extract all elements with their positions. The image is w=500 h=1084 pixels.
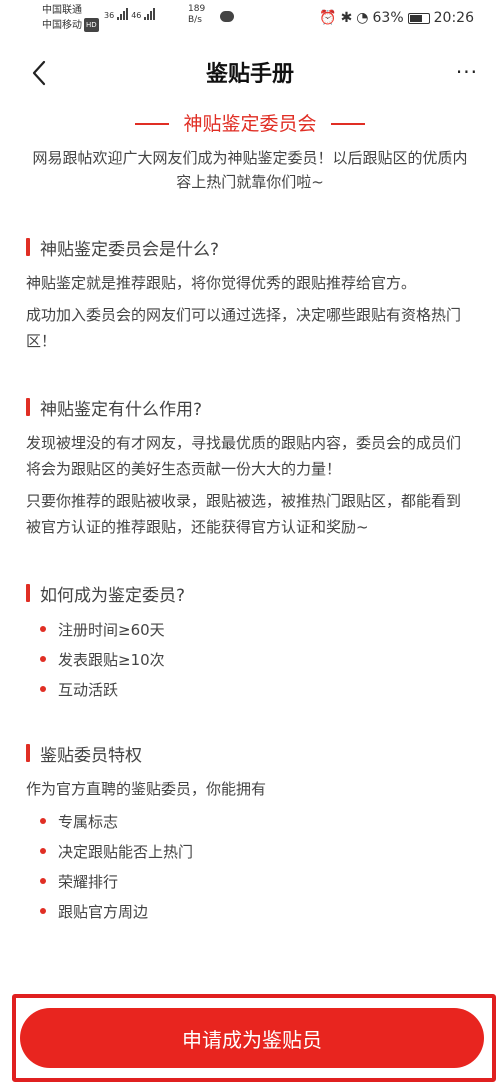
battery-icon <box>407 12 430 24</box>
committee-title: 神贴鉴定委员会 <box>183 113 317 135</box>
carrier-1: 中国联通 <box>42 5 82 16</box>
speed-unit: B/s <box>188 15 202 25</box>
section-paragraph: 神贴鉴定就是推荐跟贴，将你觉得优秀的跟贴推荐给官方。 <box>26 274 417 292</box>
signal-icon-2 <box>144 8 156 20</box>
section-how-to-join: 如何成为鉴定委员? 注册时间≥60天 发表跟贴≥10次 互动活跃 <box>0 580 500 704</box>
list-item: 荣耀排行 <box>26 866 474 896</box>
intro-text: 网易跟帖欢迎广大网友们成为神贴鉴定委员！以后跟贴区的优质内容上热门就靠你们啦~ <box>32 149 468 191</box>
speed-value: 189 <box>188 4 206 14</box>
section-title: 鉴贴委员特权 <box>26 740 474 766</box>
bullet-dot <box>40 818 46 824</box>
status-right: ⏰ ✱ ◔ 63% 20:26 <box>319 10 474 26</box>
bullet-dot <box>40 848 46 854</box>
list-item-text: 跟贴官方周边 <box>58 902 149 921</box>
list-item: 注册时间≥60天 <box>26 614 474 644</box>
clock: 20:26 <box>433 10 474 26</box>
section-title: 神贴鉴定委员会是什么? <box>26 234 474 260</box>
net-1-label: 36 <box>104 11 115 20</box>
section-marker <box>26 238 30 256</box>
section-paragraph: 发现被埋没的有才网友，寻找最优质的跟贴内容，委员会的成员们将会为跟贴区的美好生态… <box>26 434 462 478</box>
section-title-text: 神贴鉴定有什么作用? <box>40 399 203 420</box>
section-paragraph: 作为官方直聘的鉴贴委员，你能拥有 <box>26 780 267 798</box>
speedometer-icon: ◔ <box>356 10 369 26</box>
list-item-text: 专属标志 <box>58 812 119 831</box>
list-item-text: 注册时间≥60天 <box>58 620 165 639</box>
signal-icon <box>117 8 129 20</box>
section-marker <box>26 744 30 762</box>
section-what-is: 神贴鉴定委员会是什么? 神贴鉴定就是推荐跟贴，将你觉得优秀的跟贴推荐给官方。 成… <box>0 234 500 354</box>
section-purpose: 神贴鉴定有什么作用? 发现被埋没的有才网友，寻找最优质的跟贴内容，委员会的成员们… <box>0 394 500 540</box>
hd-badge: HD <box>84 18 99 32</box>
carrier-info: 中国联通 中国移动 HD <box>42 4 99 33</box>
section-marker <box>26 584 30 602</box>
net-2-label: 46 <box>131 11 142 20</box>
section-paragraph: 成功加入委员会的网友们可以通过选择，决定哪些跟贴有资格热门区！ <box>26 306 462 350</box>
alarm-icon: ⏰ <box>319 10 337 26</box>
section-paragraph: 只要你推荐的跟贴被收录，跟贴被选，被推热门跟贴区，都能看到被官方认证的推荐跟贴，… <box>26 492 462 536</box>
nav-bar: 鉴贴手册 ··· <box>0 36 500 108</box>
carrier-2: 中国移动 <box>42 20 82 31</box>
committee-heading: 神贴鉴定委员会 <box>0 108 500 140</box>
section-title: 神贴鉴定有什么作用? <box>26 394 474 420</box>
list-item: 跟贴官方周边 <box>26 896 474 926</box>
status-bar: 中国联通 中国移动 HD 36 46 189 B/s ⏰ ✱ ◔ 63% 20:2… <box>0 0 500 36</box>
signal-indicators: 36 46 <box>104 8 156 20</box>
bullet-dot <box>40 656 46 662</box>
section-title: 如何成为鉴定委员? <box>26 580 474 606</box>
list-item: 互动活跃 <box>26 674 474 704</box>
bullet-dot <box>40 878 46 884</box>
list-item: 决定跟贴能否上热门 <box>26 836 474 866</box>
requirements-list: 注册时间≥60天 发表跟贴≥10次 互动活跃 <box>26 614 474 704</box>
privileges-list: 专属标志 决定跟贴能否上热门 荣耀排行 跟贴官方周边 <box>26 806 474 926</box>
section-title-text: 神贴鉴定委员会是什么? <box>40 239 220 260</box>
list-item: 发表跟贴≥10次 <box>26 644 474 674</box>
section-marker <box>26 398 30 416</box>
page: 中国联通 中国移动 HD 36 46 189 B/s ⏰ ✱ ◔ 63% 20:2… <box>0 0 500 1084</box>
list-item: 专属标志 <box>26 806 474 836</box>
heading-line-left <box>135 123 170 125</box>
more-options-icon[interactable]: ··· <box>456 60 478 84</box>
chat-bubble-icon <box>220 11 234 22</box>
network-speed: 189 B/s <box>188 4 205 26</box>
list-item-text: 互动活跃 <box>58 680 119 699</box>
bullet-dot <box>40 626 46 632</box>
bullet-dot <box>40 686 46 692</box>
bluetooth-icon: ✱ <box>340 10 353 26</box>
list-item-text: 发表跟贴≥10次 <box>58 650 165 669</box>
bullet-dot <box>40 908 46 914</box>
list-item-text: 荣耀排行 <box>58 872 119 891</box>
heading-line-right <box>330 123 365 125</box>
battery-percent: 63% <box>372 10 404 26</box>
page-title: 鉴贴手册 <box>205 62 294 87</box>
apply-button[interactable]: 申请成为鉴贴员 <box>20 1008 484 1068</box>
list-item-text: 决定跟贴能否上热门 <box>58 842 194 861</box>
section-privileges: 鉴贴委员特权 作为官方直聘的鉴贴委员，你能拥有 专属标志 决定跟贴能否上热门 荣… <box>0 740 500 926</box>
section-title-text: 如何成为鉴定委员? <box>40 585 186 606</box>
section-title-text: 鉴贴委员特权 <box>40 745 142 766</box>
